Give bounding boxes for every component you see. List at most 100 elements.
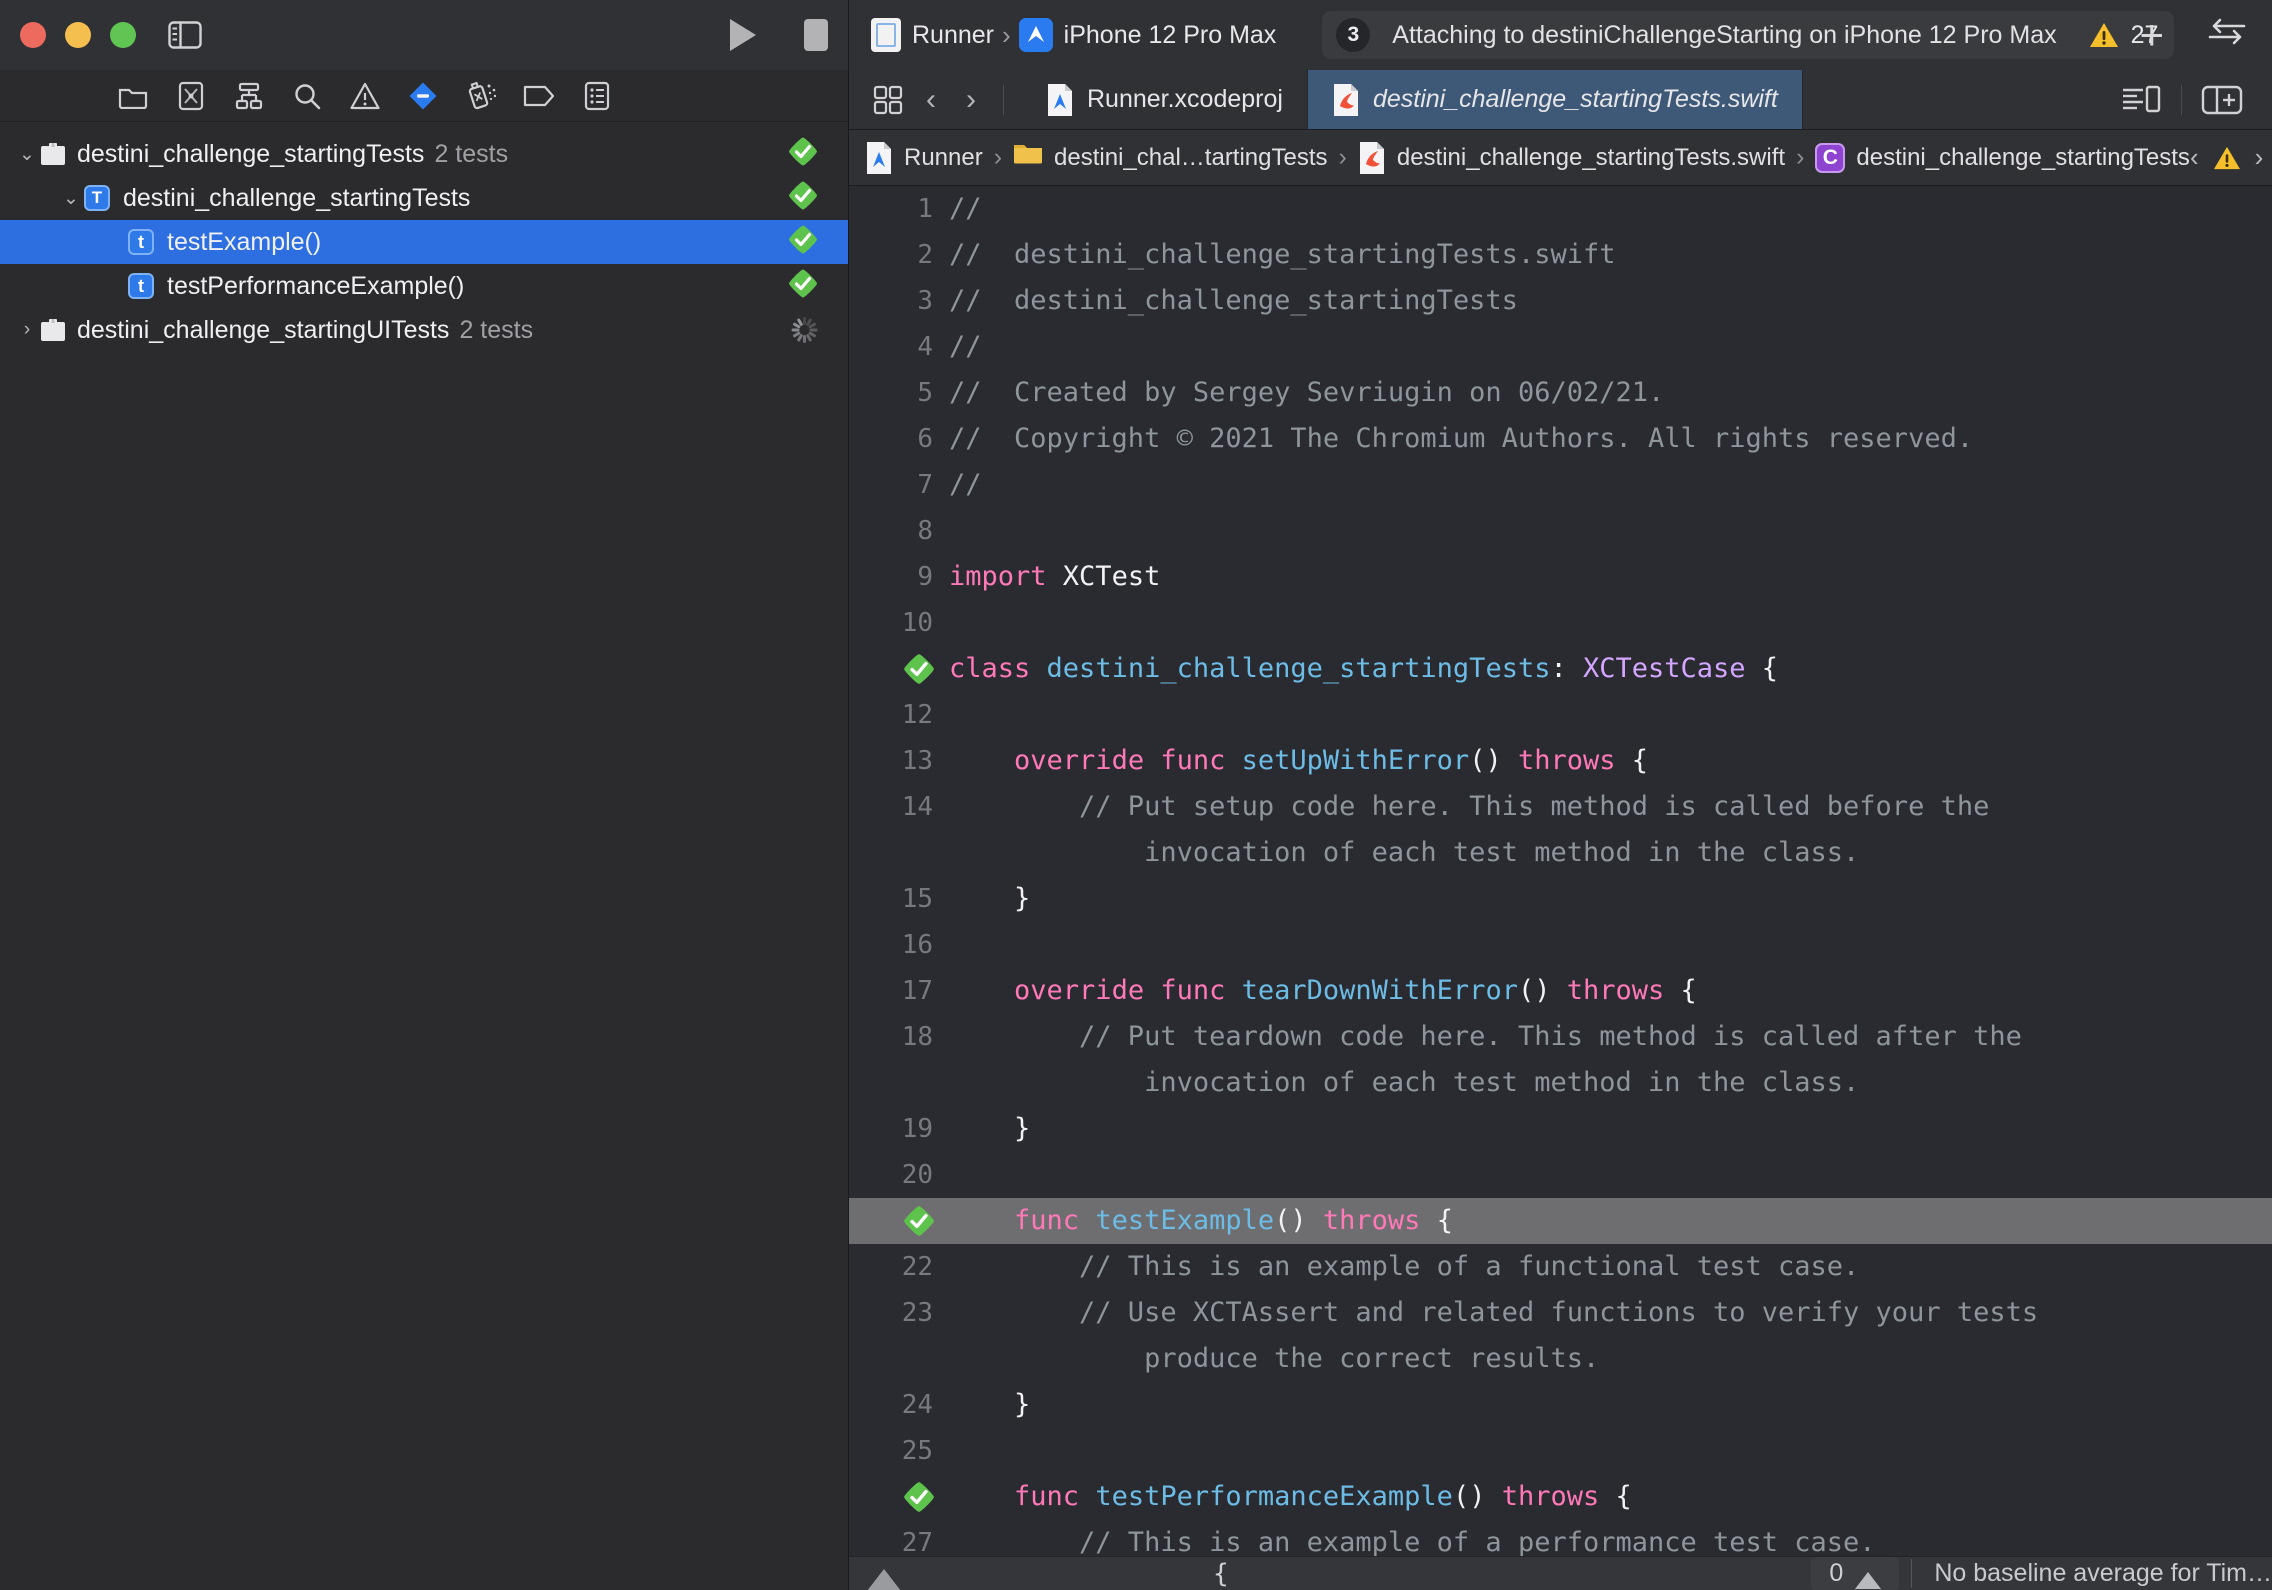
- code-line-8[interactable]: 8: [849, 508, 2272, 554]
- code-token: // Put teardown code here. This method i…: [949, 1021, 2022, 1052]
- editor-tab-2[interactable]: destini_challenge_startingTests.swift: [1307, 70, 1803, 129]
- editor-tab-label: Runner.xcodeproj: [1087, 85, 1283, 113]
- code-line-14[interactable]: 14 // Put setup code here. This method i…: [849, 784, 2272, 876]
- tree-row-status[interactable]: [788, 181, 818, 216]
- code-line-7[interactable]: 7 //: [849, 462, 2272, 508]
- breadcrumb-item-1[interactable]: Runner: [865, 141, 983, 175]
- disclosure-triangle[interactable]: ⌄: [14, 143, 40, 166]
- minimap-toggle-icon[interactable]: [2113, 77, 2169, 123]
- code-line-20[interactable]: 20: [849, 1152, 2272, 1198]
- folder-icon[interactable]: [104, 70, 162, 122]
- disclosure-triangle[interactable]: ⌄: [58, 187, 84, 210]
- breakpoint-tag-icon[interactable]: [510, 70, 568, 122]
- forward-button[interactable]: ›: [951, 77, 991, 123]
- code-line-15[interactable]: 15 }: [849, 876, 2272, 922]
- add-editor-icon[interactable]: [2194, 77, 2250, 123]
- code-line-3[interactable]: 3 // destini_challenge_startingTests: [849, 278, 2272, 324]
- code-line-18[interactable]: 18 // Put teardown code here. This metho…: [849, 1014, 2272, 1106]
- search-icon[interactable]: [278, 70, 336, 122]
- up-triangle-icon[interactable]: [867, 1568, 901, 1590]
- swap-arrows-icon[interactable]: [2206, 18, 2248, 53]
- code-token: // destini_challenge_startingTests: [949, 285, 1518, 316]
- activity-view[interactable]: 3 Attaching to destiniChallengeStarting …: [1322, 11, 2175, 59]
- close-window-button[interactable]: [20, 22, 46, 48]
- line-number: 1: [917, 194, 933, 224]
- code-text: // Put teardown code here. This method i…: [949, 1014, 2022, 1060]
- tree-row-status[interactable]: [788, 269, 818, 304]
- code-line-4[interactable]: 4 //: [849, 324, 2272, 370]
- tree-row-status[interactable]: [788, 137, 818, 172]
- code-token: // This is an example of a functional te…: [949, 1251, 1860, 1282]
- source-control-icon[interactable]: [162, 70, 220, 122]
- editor-tab-1[interactable]: Runner.xcodeproj: [1022, 70, 1308, 129]
- source-editor[interactable]: 1 // 2 // destini_challenge_startingTests.s…: [849, 186, 2272, 1590]
- code-line-16[interactable]: 16: [849, 922, 2272, 968]
- run-play-icon[interactable]: [730, 19, 756, 51]
- code-token: {: [1420, 1205, 1453, 1236]
- code-line-12[interactable]: 12: [849, 692, 2272, 738]
- test-diamond-icon[interactable]: [394, 70, 452, 122]
- debug-spray-icon[interactable]: [452, 70, 510, 122]
- test-bundle-icon: [41, 319, 65, 341]
- code-text: // Use XCTAssert and related functions t…: [949, 1290, 2038, 1336]
- metric-chip[interactable]: 0: [1811, 1557, 1900, 1590]
- tree-row-class-tests[interactable]: ⌄ Tdestini_challenge_startingTests: [0, 176, 848, 220]
- code-token: setUpWithError: [1241, 745, 1470, 776]
- code-line-1[interactable]: 1 //: [849, 186, 2272, 232]
- tree-row-bundle-uitests[interactable]: › destini_challenge_startingUITests 2 test…: [0, 308, 848, 352]
- breadcrumb-item-4[interactable]: Cdestini_challenge_startingTests: [1815, 142, 2190, 173]
- symbol-hierarchy-icon[interactable]: [220, 70, 278, 122]
- tree-row-status[interactable]: [791, 317, 818, 343]
- zoom-window-button[interactable]: [110, 22, 136, 48]
- line-number: 18: [901, 1022, 933, 1052]
- next-issue-button[interactable]: ›: [2255, 142, 2264, 173]
- code-text: [949, 600, 965, 646]
- test-passed-icon: [789, 225, 817, 254]
- warning-triangle-icon: [2213, 146, 2240, 169]
- code-line-17[interactable]: 17 override func tearDownWithError() thr…: [849, 968, 2272, 1014]
- line-number: 20: [901, 1160, 933, 1190]
- code-line-26[interactable]: func testPerformanceExample() throws {: [849, 1474, 2272, 1520]
- report-list-icon[interactable]: [568, 70, 626, 122]
- line-number: 8: [917, 516, 933, 546]
- disclosure-triangle[interactable]: ›: [14, 319, 40, 341]
- code-line-10[interactable]: 10: [849, 600, 2272, 646]
- tree-row-label: testExample(): [167, 227, 322, 256]
- breadcrumb-item-3[interactable]: destini_challenge_startingTests.swift: [1358, 141, 1785, 175]
- back-button[interactable]: ‹: [911, 77, 951, 123]
- code-line-6[interactable]: 6 // Copyright © 2021 The Chromium Author…: [849, 416, 2272, 462]
- scheme-selector[interactable]: Runner: [871, 18, 994, 52]
- editor-tab-bar: ‹ › Runner.xcodeproj destini_challenge_st…: [849, 70, 2272, 130]
- code-text-continuation: produce the correct results.: [949, 1343, 1600, 1374]
- tree-row-test-performance-example[interactable]: ›ttestPerformanceExample(): [0, 264, 848, 308]
- code-line-21[interactable]: func testExample() throws {: [849, 1198, 2272, 1244]
- code-line-13[interactable]: 13 override func setUpWithError() throws…: [849, 738, 2272, 784]
- code-text: // destini_challenge_startingTests.swift: [949, 232, 1615, 278]
- tree-row-label: destini_challenge_startingTests: [77, 139, 425, 168]
- code-line-23[interactable]: 23 // Use XCTAssert and related function…: [849, 1290, 2272, 1382]
- tree-row-bundle-tests[interactable]: ⌄ destini_challenge_startingTests 2 tests: [0, 132, 848, 176]
- sidebar-toggle-icon[interactable]: [168, 20, 202, 50]
- tree-row-status[interactable]: [788, 225, 818, 260]
- code-token: //: [949, 469, 982, 500]
- add-button[interactable]: +: [2139, 14, 2164, 56]
- source-control-icon: [178, 81, 204, 110]
- code-line-11[interactable]: class destini_challenge_startingTests: X…: [849, 646, 2272, 692]
- code-line-2[interactable]: 2 // destini_challenge_startingTests.swif…: [849, 232, 2272, 278]
- breadcrumb-item-2[interactable]: destini_chal…tartingTests: [1013, 141, 1328, 175]
- code-line-25[interactable]: 25: [849, 1428, 2272, 1474]
- destination-selector[interactable]: iPhone 12 Pro Max: [1018, 18, 1276, 52]
- code-line-22[interactable]: 22 // This is an example of a functional…: [849, 1244, 2272, 1290]
- code-line-9[interactable]: 9 import XCTest: [849, 554, 2272, 600]
- stop-square-icon[interactable]: [804, 19, 828, 51]
- tab-grid-icon[interactable]: [865, 77, 911, 123]
- code-line-5[interactable]: 5 // Created by Sergey Sevriugin on 06/02…: [849, 370, 2272, 416]
- code-line-24[interactable]: 24 }: [849, 1382, 2272, 1428]
- warning-triangle-icon[interactable]: [336, 70, 394, 122]
- previous-issue-button[interactable]: ‹: [2190, 142, 2199, 173]
- code-line-19[interactable]: 19 }: [849, 1106, 2272, 1152]
- code-token: class: [949, 653, 1047, 684]
- tree-row-test-example[interactable]: ›ttestExample(): [0, 220, 848, 264]
- minimize-window-button[interactable]: [65, 22, 91, 48]
- editor-options: [2113, 70, 2272, 129]
